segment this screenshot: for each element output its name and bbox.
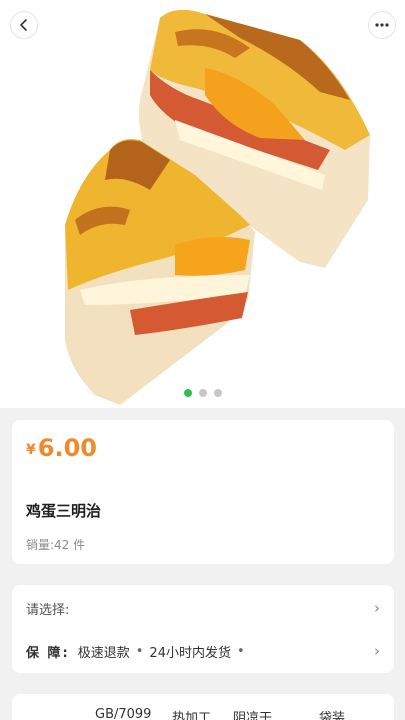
guarantee-label: 保 障: <box>26 645 70 661</box>
spec-storage: 阴凉干… <box>233 711 286 720</box>
price-value: 6.00 <box>37 434 97 462</box>
spec-processing: 热加工 <box>172 711 212 720</box>
chevron-right-icon: › <box>374 599 380 617</box>
guarantee-item: 24小时内发货 <box>149 645 231 661</box>
chevron-left-icon <box>20 19 27 31</box>
options-card: 请选择: › 保 障: 极速退款 • 24小时内发货 • › <box>12 585 394 673</box>
product-photo <box>65 9 370 405</box>
more-button[interactable] <box>368 11 396 39</box>
pagination-dot[interactable] <box>198 389 207 397</box>
price: ¥6.00 <box>26 434 97 462</box>
gallery-pagination <box>0 389 405 397</box>
guarantee-row[interactable]: 保 障: 极速退款 • 24小时内发货 • › <box>26 639 380 663</box>
pagination-dot[interactable] <box>183 389 192 397</box>
back-button[interactable] <box>10 11 38 39</box>
price-card: ¥6.00 鸡蛋三明治 销量:42 件 <box>12 420 394 564</box>
bullet-separator: • <box>236 643 245 659</box>
sales-count: 销量:42 件 <box>26 538 86 552</box>
guarantee-item: 极速退款 <box>77 645 130 661</box>
more-dots-icon <box>375 23 389 27</box>
product-image-gallery[interactable] <box>0 0 405 408</box>
currency-symbol: ¥ <box>26 442 36 458</box>
chevron-right-icon: › <box>374 642 380 660</box>
pagination-dot[interactable] <box>213 389 222 397</box>
select-option-label: 请选择: <box>26 602 70 618</box>
select-option-row[interactable]: 请选择: › <box>26 596 380 620</box>
spec-card: GB/7099 热加工 阴凉干… 袋装 <box>12 694 394 720</box>
spec-standard: GB/7099 <box>95 707 152 720</box>
spec-packaging: 袋装 <box>319 711 346 720</box>
bullet-separator: • <box>135 643 144 659</box>
product-name: 鸡蛋三明治 <box>26 502 102 520</box>
